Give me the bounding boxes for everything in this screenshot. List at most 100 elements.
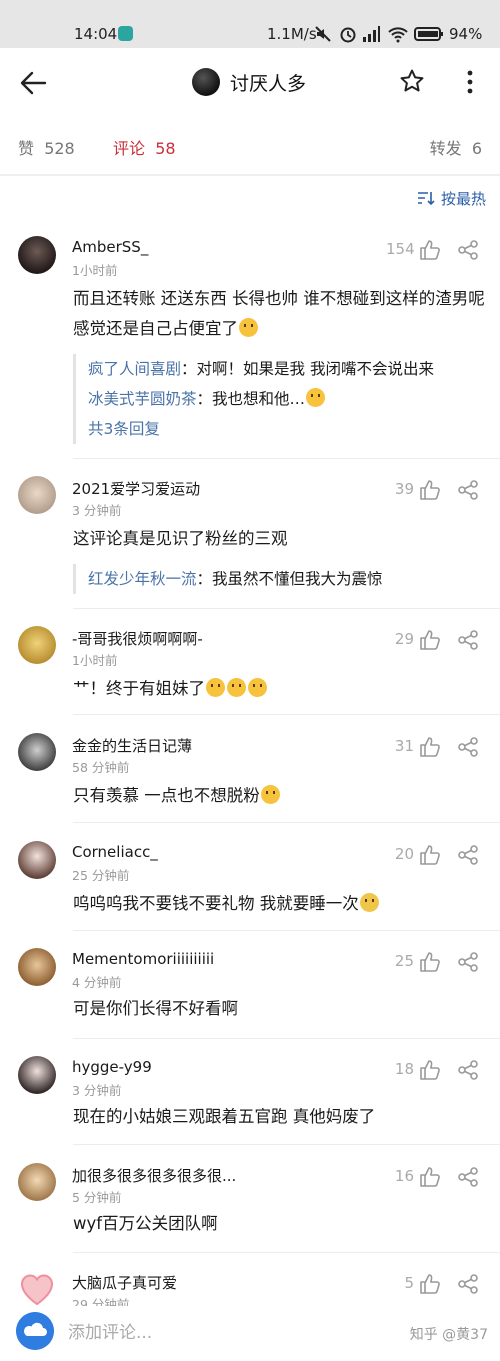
thumbs-up-icon[interactable] (419, 1273, 441, 1295)
reply-preview[interactable]: 红发少年秋一流：我虽然不懂但我大为震惊 (73, 564, 487, 594)
thumbs-up-icon[interactable] (419, 1059, 441, 1081)
comment-author[interactable]: hygge-y99 (72, 1058, 152, 1076)
comments-tab[interactable]: 评论 58 (113, 135, 176, 159)
comment-author[interactable]: Mementomoriiiiiiiiii (72, 950, 214, 968)
mute-icon (315, 26, 331, 42)
comment-text: 而且还转账 还送东西 长得也帅 谁不想碰到这样的渣男呢 感觉还是自己占便宜了 (73, 289, 485, 338)
avatar[interactable] (18, 733, 56, 771)
avatar[interactable] (18, 1163, 56, 1201)
share-icon[interactable] (457, 629, 479, 651)
comment-author[interactable]: 2021爱学习爱运动 (72, 478, 200, 499)
comment-author[interactable]: 金金的生活日记薄 (72, 735, 192, 756)
topic-avatar (192, 68, 220, 96)
star-icon[interactable] (399, 68, 425, 94)
reply-text: ：对啊！如果是我 我闭嘴不会说出来 (181, 360, 434, 378)
comment-text: wyf百万公关团队啊 (73, 1214, 218, 1233)
heart-avatar-icon[interactable] (18, 1270, 56, 1306)
more-replies-link[interactable]: 共3条回复 (88, 414, 487, 444)
share-icon[interactable] (457, 951, 479, 973)
divider (73, 1252, 500, 1253)
share-icon[interactable] (457, 736, 479, 758)
alarm-icon (340, 27, 356, 43)
comments-label: 评论 (113, 139, 146, 158)
sort-label: 按最热 (440, 189, 486, 208)
comment-time: 3 分钟前 (72, 1083, 122, 1098)
comment-text: 这评论真是见识了粉丝的三观 (73, 529, 288, 548)
thumbs-up-icon[interactable] (419, 629, 441, 651)
avatar[interactable] (18, 236, 56, 274)
reply-author[interactable]: 疯了人间喜剧 (88, 360, 181, 378)
comments-count: 58 (155, 139, 176, 158)
avatar[interactable] (18, 626, 56, 664)
thumbs-up-icon[interactable] (419, 239, 441, 261)
comment-author[interactable]: -哥哥我很烦啊啊啊- (72, 628, 203, 649)
stats-bar: 赞 528 评论 58 转发 6 (0, 118, 500, 174)
divider (73, 1038, 500, 1039)
divider (73, 714, 500, 715)
comment-author[interactable]: 大脑瓜子真可爱 (72, 1272, 177, 1293)
reply-preview[interactable]: 疯了人间喜剧：对啊！如果是我 我闭嘴不会说出来 冰美式芋圆奶茶：我也想和他… 共… (73, 354, 487, 444)
comment-time: 5 分钟前 (72, 1190, 122, 1205)
thumbs-up-icon[interactable] (419, 951, 441, 973)
reply-text: ：我虽然不懂但我大为震惊 (196, 570, 383, 588)
wifi-icon (388, 27, 408, 43)
battery-level: 94% (449, 25, 483, 43)
comment-time: 1小时前 (72, 263, 118, 278)
status-bar: 14:04 1.1M/s 94% (0, 0, 500, 48)
sort-icon (417, 192, 435, 206)
share-icon[interactable] (457, 479, 479, 501)
avatar[interactable] (18, 841, 56, 879)
like-count: 29 (394, 630, 414, 648)
comment-author[interactable]: AmberSS_ (72, 238, 148, 256)
reposts-tab[interactable]: 转发 6 (430, 135, 482, 159)
comment-input-bar: 添加评论... 知乎 @黄37 (0, 1306, 500, 1361)
thumbs-up-icon[interactable] (419, 1166, 441, 1188)
cloud-icon[interactable] (16, 1312, 54, 1350)
likes-label: 赞 (18, 139, 35, 158)
divider (73, 608, 500, 609)
reply-author[interactable]: 冰美式芋圆奶茶 (88, 390, 197, 408)
more-vertical-icon[interactable] (458, 67, 482, 97)
battery-icon (414, 27, 443, 41)
comment-author[interactable]: Corneliacc_ (72, 843, 158, 861)
avatar[interactable] (18, 476, 56, 514)
share-icon[interactable] (457, 1273, 479, 1295)
status-time: 14:04 (74, 25, 118, 43)
smirk-emoji-icon (260, 785, 280, 804)
avatar[interactable] (18, 1056, 56, 1094)
comment-input[interactable]: 添加评论... (68, 1318, 152, 1343)
comment-text: 呜呜呜我不要钱不要礼物 我就要睡一次 (73, 889, 485, 919)
likes-tab[interactable]: 赞 528 (18, 135, 75, 159)
like-count: 5 (404, 1274, 414, 1292)
avatar[interactable] (18, 948, 56, 986)
sort-button[interactable]: 按最热 (417, 186, 486, 210)
comment-item: 大脑瓜子真可爱 29 分钟前 5 (0, 1268, 500, 1306)
network-speed: 1.1M/s (267, 25, 317, 43)
reply-line: 疯了人间喜剧：对啊！如果是我 我闭嘴不会说出来 (88, 354, 487, 384)
reply-line: 红发少年秋一流：我虽然不懂但我大为震惊 (88, 564, 487, 594)
like-count: 154 (386, 240, 415, 258)
share-icon[interactable] (457, 1059, 479, 1081)
rolling-eyes-emoji-icon (227, 678, 246, 697)
like-count: 18 (394, 1060, 414, 1078)
share-icon[interactable] (457, 1166, 479, 1188)
watermark: 知乎 @黄37 (409, 1327, 488, 1343)
comment-time: 3 分钟前 (72, 503, 122, 518)
divider (73, 1144, 500, 1145)
comment-text: 现在的小姑娘三观跟着五官跑 真他妈废了 (73, 1107, 376, 1126)
crying-emoji-icon (359, 893, 379, 912)
reply-author[interactable]: 红发少年秋一流 (88, 570, 197, 588)
thumbs-up-icon[interactable] (419, 736, 441, 758)
page-title-group[interactable]: 讨厌人多 (192, 67, 306, 97)
comment-time: 29 分钟前 (72, 1297, 130, 1306)
page-title: 讨厌人多 (230, 72, 307, 95)
thumbs-up-icon[interactable] (419, 844, 441, 866)
share-icon[interactable] (457, 239, 479, 261)
back-arrow-icon[interactable] (18, 68, 48, 98)
comment-author[interactable]: 加很多很多很多很多很... (72, 1165, 236, 1186)
divider (73, 930, 500, 931)
thumbs-up-icon[interactable] (419, 479, 441, 501)
share-icon[interactable] (457, 844, 479, 866)
reposts-count: 6 (471, 139, 482, 158)
divider (73, 458, 500, 459)
